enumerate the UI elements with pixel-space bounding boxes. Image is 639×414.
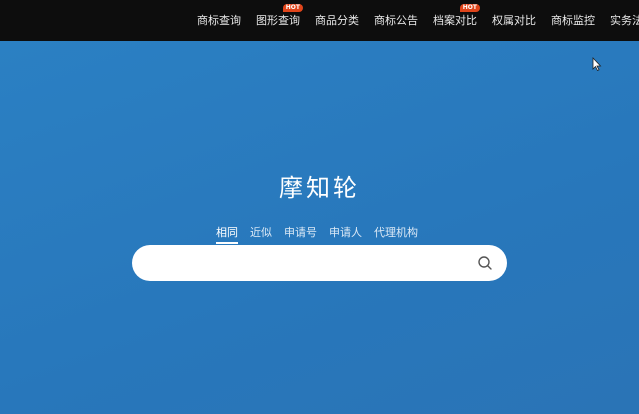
nav-legal-practice[interactable]: 实务法律 xyxy=(610,0,639,41)
search-input[interactable] xyxy=(148,253,468,273)
nav-image-search[interactable]: 图形查询 HOT xyxy=(256,0,303,41)
top-navbar: 商标查询 图形查询 HOT 商品分类 商标公告 档案对比 HOT 权属对比 商标监控… xyxy=(0,0,639,41)
hot-badge: HOT xyxy=(282,4,303,12)
main-nav: 商标查询 图形查询 HOT 商品分类 商标公告 档案对比 HOT 权属对比 商标监控… xyxy=(197,0,639,41)
mouse-cursor-icon xyxy=(592,57,602,71)
tab-applicant[interactable]: 申请人 xyxy=(329,224,362,244)
search-box xyxy=(132,245,507,281)
tab-agency[interactable]: 代理机构 xyxy=(374,224,418,244)
tab-similar[interactable]: 近似 xyxy=(250,224,272,244)
hot-badge: HOT xyxy=(459,4,480,12)
tab-identical[interactable]: 相同 xyxy=(216,224,238,244)
nav-trademark-monitor[interactable]: 商标监控 xyxy=(551,0,595,41)
search-icon[interactable] xyxy=(477,255,493,271)
search-type-tabs: 相同 近似 申请号 申请人 代理机构 xyxy=(216,224,430,244)
nav-goods-classification[interactable]: 商品分类 xyxy=(315,0,359,41)
tab-application-number[interactable]: 申请号 xyxy=(284,224,317,244)
nav-file-compare[interactable]: 档案对比 HOT xyxy=(433,0,480,41)
brand-title: 摩知轮 xyxy=(279,174,360,202)
nav-trademark-search[interactable]: 商标查询 xyxy=(197,0,241,41)
nav-trademark-announcement[interactable]: 商标公告 xyxy=(374,0,418,41)
nav-ownership-compare[interactable]: 权属对比 xyxy=(492,0,536,41)
